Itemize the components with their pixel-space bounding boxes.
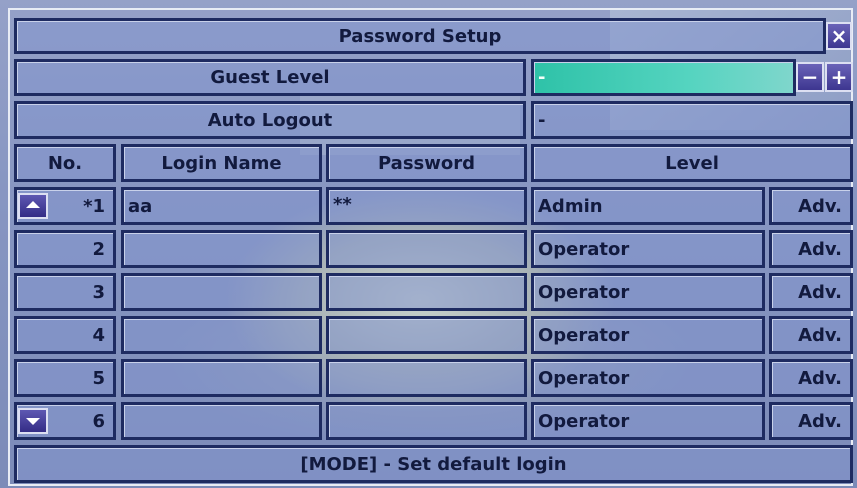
header-no-text: No. <box>47 152 83 174</box>
row-6-level[interactable]: Operator <box>531 402 765 440</box>
row-3-no: 3 <box>14 273 116 311</box>
row-6-no-text: 6 <box>92 410 105 432</box>
row-3-level-text: Operator <box>538 281 630 303</box>
auto-logout-value-field[interactable]: - <box>531 101 853 139</box>
header-login-name: Login Name <box>121 144 322 182</box>
header-login-name-text: Login Name <box>161 152 282 174</box>
row-2-level[interactable]: Operator <box>531 230 765 268</box>
auto-logout-value: - <box>538 109 546 131</box>
row-2-adv-text: Adv. <box>798 238 842 260</box>
scroll-down-button[interactable] <box>18 408 48 434</box>
auto-logout-label: Auto Logout <box>14 101 526 139</box>
guest-level-increase-button[interactable]: + <box>825 62 853 92</box>
row-3-adv-button[interactable]: Adv. <box>769 273 853 311</box>
row-5-no: 5 <box>14 359 116 397</box>
row-5-level-text: Operator <box>538 367 630 389</box>
guest-level-label: Guest Level <box>14 59 526 96</box>
row-4-no-text: 4 <box>92 324 105 346</box>
row-1-no-text: *1 <box>83 195 105 217</box>
guest-level-value-field[interactable]: - <box>531 59 796 96</box>
plus-icon: + <box>830 65 848 89</box>
footer-hint-text: [MODE] - Set default login <box>300 453 567 475</box>
row-6-login-name[interactable] <box>121 402 322 440</box>
row-1-level-text: Admin <box>538 195 603 217</box>
row-4-adv-text: Adv. <box>798 324 842 346</box>
dialog-title: Password Setup <box>14 18 826 54</box>
row-1-adv-text: Adv. <box>798 195 842 217</box>
close-button[interactable]: × <box>826 22 852 50</box>
header-level-text: Level <box>665 152 719 174</box>
guest-level-decrease-button[interactable]: − <box>796 62 824 92</box>
row-3-level[interactable]: Operator <box>531 273 765 311</box>
row-6-adv-button[interactable]: Adv. <box>769 402 853 440</box>
guest-level-label-text: Guest Level <box>210 67 330 88</box>
row-6-adv-text: Adv. <box>798 410 842 432</box>
header-password-text: Password <box>377 152 476 174</box>
row-1-password[interactable]: ** <box>326 187 527 225</box>
row-6-password[interactable] <box>326 402 527 440</box>
header-password: Password <box>326 144 527 182</box>
guest-level-value: - <box>538 67 546 88</box>
row-1-level[interactable]: Admin <box>531 187 765 225</box>
row-4-no: 4 <box>14 316 116 354</box>
row-4-level[interactable]: Operator <box>531 316 765 354</box>
close-icon: × <box>830 24 848 48</box>
row-3-login-name[interactable] <box>121 273 322 311</box>
row-1-login-name[interactable]: aa <box>121 187 322 225</box>
dialog-title-text: Password Setup <box>338 25 502 47</box>
header-level: Level <box>531 144 853 182</box>
footer-hint: [MODE] - Set default login <box>14 445 853 483</box>
row-3-password[interactable] <box>326 273 527 311</box>
row-2-password[interactable] <box>326 230 527 268</box>
row-5-level[interactable]: Operator <box>531 359 765 397</box>
row-5-login-name[interactable] <box>121 359 322 397</box>
row-4-level-text: Operator <box>538 324 630 346</box>
row-3-no-text: 3 <box>92 281 105 303</box>
scroll-up-arrow-icon <box>26 201 40 208</box>
row-5-no-text: 5 <box>92 367 105 389</box>
row-1-login-text: aa <box>128 195 153 217</box>
row-6-level-text: Operator <box>538 410 630 432</box>
row-2-login-name[interactable] <box>121 230 322 268</box>
row-5-password[interactable] <box>326 359 527 397</box>
row-4-adv-button[interactable]: Adv. <box>769 316 853 354</box>
minus-icon: − <box>801 65 819 89</box>
row-1-adv-button[interactable]: Adv. <box>769 187 853 225</box>
scroll-up-button[interactable] <box>18 193 48 219</box>
row-2-level-text: Operator <box>538 238 630 260</box>
row-5-adv-text: Adv. <box>798 367 842 389</box>
row-2-no-text: 2 <box>92 238 105 260</box>
scroll-down-arrow-icon <box>26 418 40 425</box>
row-1-password-text: ** <box>333 194 352 215</box>
row-4-password[interactable] <box>326 316 527 354</box>
row-5-adv-button[interactable]: Adv. <box>769 359 853 397</box>
row-4-login-name[interactable] <box>121 316 322 354</box>
header-no: No. <box>14 144 116 182</box>
row-3-adv-text: Adv. <box>798 281 842 303</box>
row-2-no: 2 <box>14 230 116 268</box>
auto-logout-label-text: Auto Logout <box>207 109 333 131</box>
row-2-adv-button[interactable]: Adv. <box>769 230 853 268</box>
